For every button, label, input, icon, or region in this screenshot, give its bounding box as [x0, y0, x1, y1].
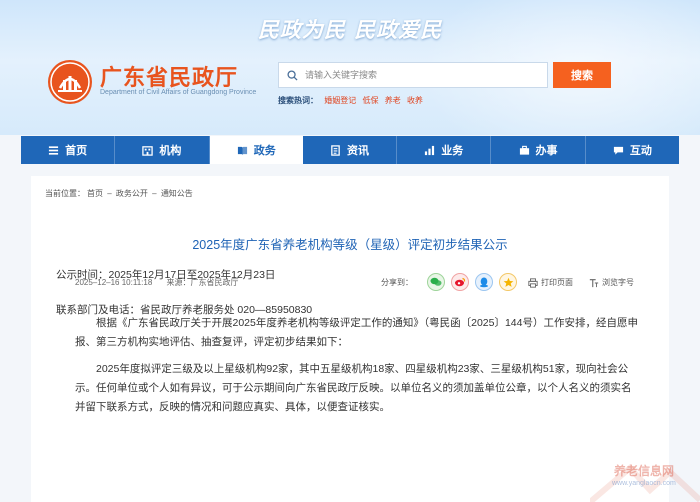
breadcrumb-gov-affairs[interactable]: 政务公开	[116, 189, 148, 198]
breadcrumb-home[interactable]: 首页	[87, 189, 103, 198]
breadcrumb-prefix: 当前位置：	[45, 189, 85, 198]
article-body: 根据《广东省民政厅关于开展2025年度养老机构等级评定工作的通知》（粤民函〔20…	[75, 314, 641, 425]
breadcrumb-separator: –	[149, 189, 159, 198]
printer-icon	[528, 277, 538, 288]
contact-info: 联系部门及电话：省民政厅养老服务处 020—85950830	[56, 304, 313, 316]
article-card: 当前位置： 首页 – 政务公开 – 通知公告 2025年度广东省养老机构等级（星级…	[31, 176, 669, 502]
watermark-url: www.yanglaocn.com	[612, 480, 676, 487]
nav-label-home: 首页	[65, 145, 88, 157]
article-paragraph: 2025年度拟评定三级及以上星级机构92家，其中五星级机构18家、四星级机构23…	[75, 363, 632, 413]
hot-word-subsistence[interactable]: 低保	[362, 96, 378, 105]
document-icon	[331, 144, 340, 156]
breadcrumb-separator: –	[105, 189, 114, 198]
nav-item-government-affairs[interactable]: 政务	[209, 136, 303, 164]
nav-item-interaction[interactable]: 互动	[586, 136, 679, 164]
book-icon	[237, 146, 247, 155]
nav-label-business: 业务	[441, 145, 464, 157]
nav-label-organization: 机构	[159, 145, 182, 157]
nav-label-government-affairs: 政务	[253, 145, 276, 157]
font-size-label: 浏览字号	[602, 278, 634, 287]
hot-word-adoption[interactable]: 收养	[407, 96, 423, 105]
hot-word-elderly[interactable]: 养老	[385, 96, 401, 105]
qq-icon[interactable]	[475, 273, 493, 291]
hot-search-words: 搜索热词： 婚姻登记 低保 养老 收养	[278, 95, 427, 106]
search-box	[278, 62, 548, 88]
search-button[interactable]: 搜索	[553, 62, 611, 88]
nav-item-home[interactable]: 首页	[21, 136, 116, 164]
home-icon	[49, 145, 59, 155]
search-input[interactable]	[305, 64, 535, 86]
main-nav: 首页 机构 政务 资讯 业务 办事 互动	[21, 136, 679, 164]
print-button[interactable]: 打印页面	[528, 277, 573, 288]
nav-item-news[interactable]: 资讯	[303, 136, 398, 164]
nav-item-business[interactable]: 业务	[397, 136, 492, 164]
header-slogan: 民政为民 民政爱民	[257, 18, 443, 42]
hot-search-label: 搜索热词：	[278, 96, 318, 105]
wechat-icon[interactable]	[427, 273, 445, 291]
ministry-logo-icon[interactable]	[48, 60, 92, 104]
site-name[interactable]: 广东省民政厅	[100, 60, 238, 92]
nav-item-organization[interactable]: 机构	[115, 136, 210, 164]
site-subtitle: Department of Civil Affairs of Guangdong…	[100, 89, 257, 96]
search-icon	[279, 63, 305, 87]
building-icon	[142, 145, 154, 156]
nav-item-services[interactable]: 办事	[491, 136, 586, 164]
share-label: 分享到：	[381, 277, 413, 287]
font-size-button[interactable]: 浏览字号	[589, 277, 634, 288]
nav-label-news: 资讯	[346, 145, 369, 157]
print-label: 打印页面	[541, 278, 573, 287]
breadcrumb-notices[interactable]: 通知公告	[161, 189, 193, 198]
publicity-time: 公示时间：2025年12月17日至2025年12月23日	[56, 269, 276, 281]
site-header: 民政为民 民政爱民 广东省民政厅 Department of Civil Aff…	[0, 0, 700, 135]
hot-word-marriage[interactable]: 婚姻登记	[324, 96, 356, 105]
nav-label-interaction: 互动	[629, 145, 652, 157]
weibo-icon[interactable]	[451, 273, 469, 291]
article-paragraph: 根据《广东省民政厅关于开展2025年度养老机构等级评定工作的通知》（粤民函〔20…	[75, 317, 638, 348]
nav-label-services: 办事	[535, 145, 558, 157]
article-tools: 打印页面 浏览字号	[528, 277, 634, 288]
chat-icon	[613, 146, 623, 155]
qzone-star-icon[interactable]	[499, 273, 517, 291]
text-size-icon	[589, 278, 599, 287]
briefcase-icon	[519, 145, 529, 155]
breadcrumb: 当前位置： 首页 – 政务公开 – 通知公告	[45, 188, 195, 199]
chart-icon	[425, 145, 435, 155]
share-bar: 分享到：	[381, 273, 517, 291]
article-title: 2025年度广东省养老机构等级（星级）评定初步结果公示	[192, 238, 508, 252]
watermark-text: 养老信息网	[614, 464, 675, 478]
